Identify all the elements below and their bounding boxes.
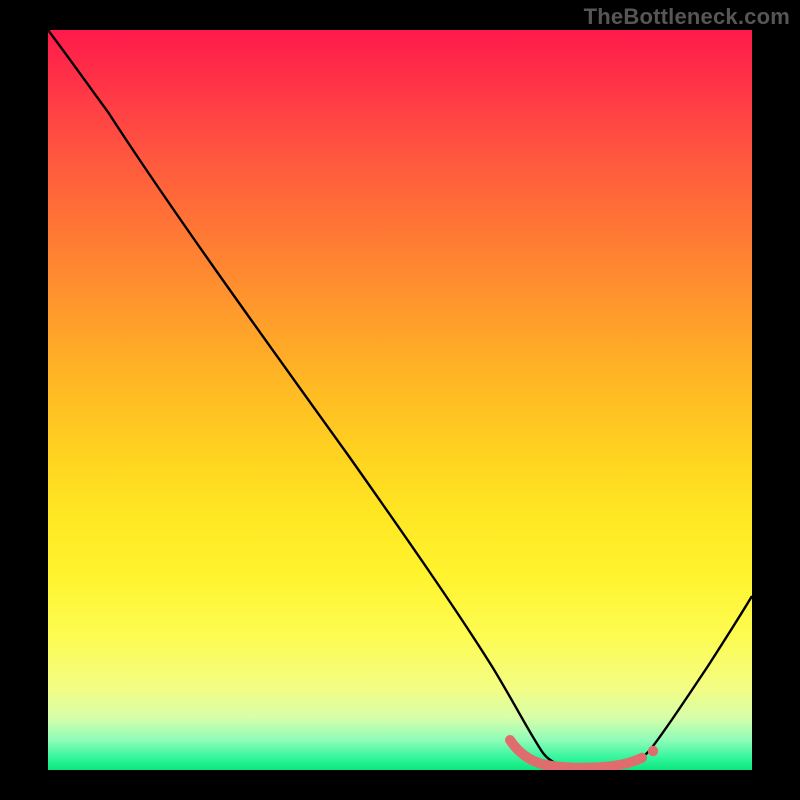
chart-frame: TheBottleneck.com bbox=[0, 0, 800, 800]
bottleneck-curve bbox=[48, 30, 752, 768]
plot-area bbox=[48, 30, 752, 770]
optimal-highlight-stroke bbox=[510, 740, 642, 768]
watermark-text: TheBottleneck.com bbox=[584, 4, 790, 30]
curve-overlay bbox=[48, 30, 752, 770]
optimal-end-marker bbox=[648, 746, 658, 756]
